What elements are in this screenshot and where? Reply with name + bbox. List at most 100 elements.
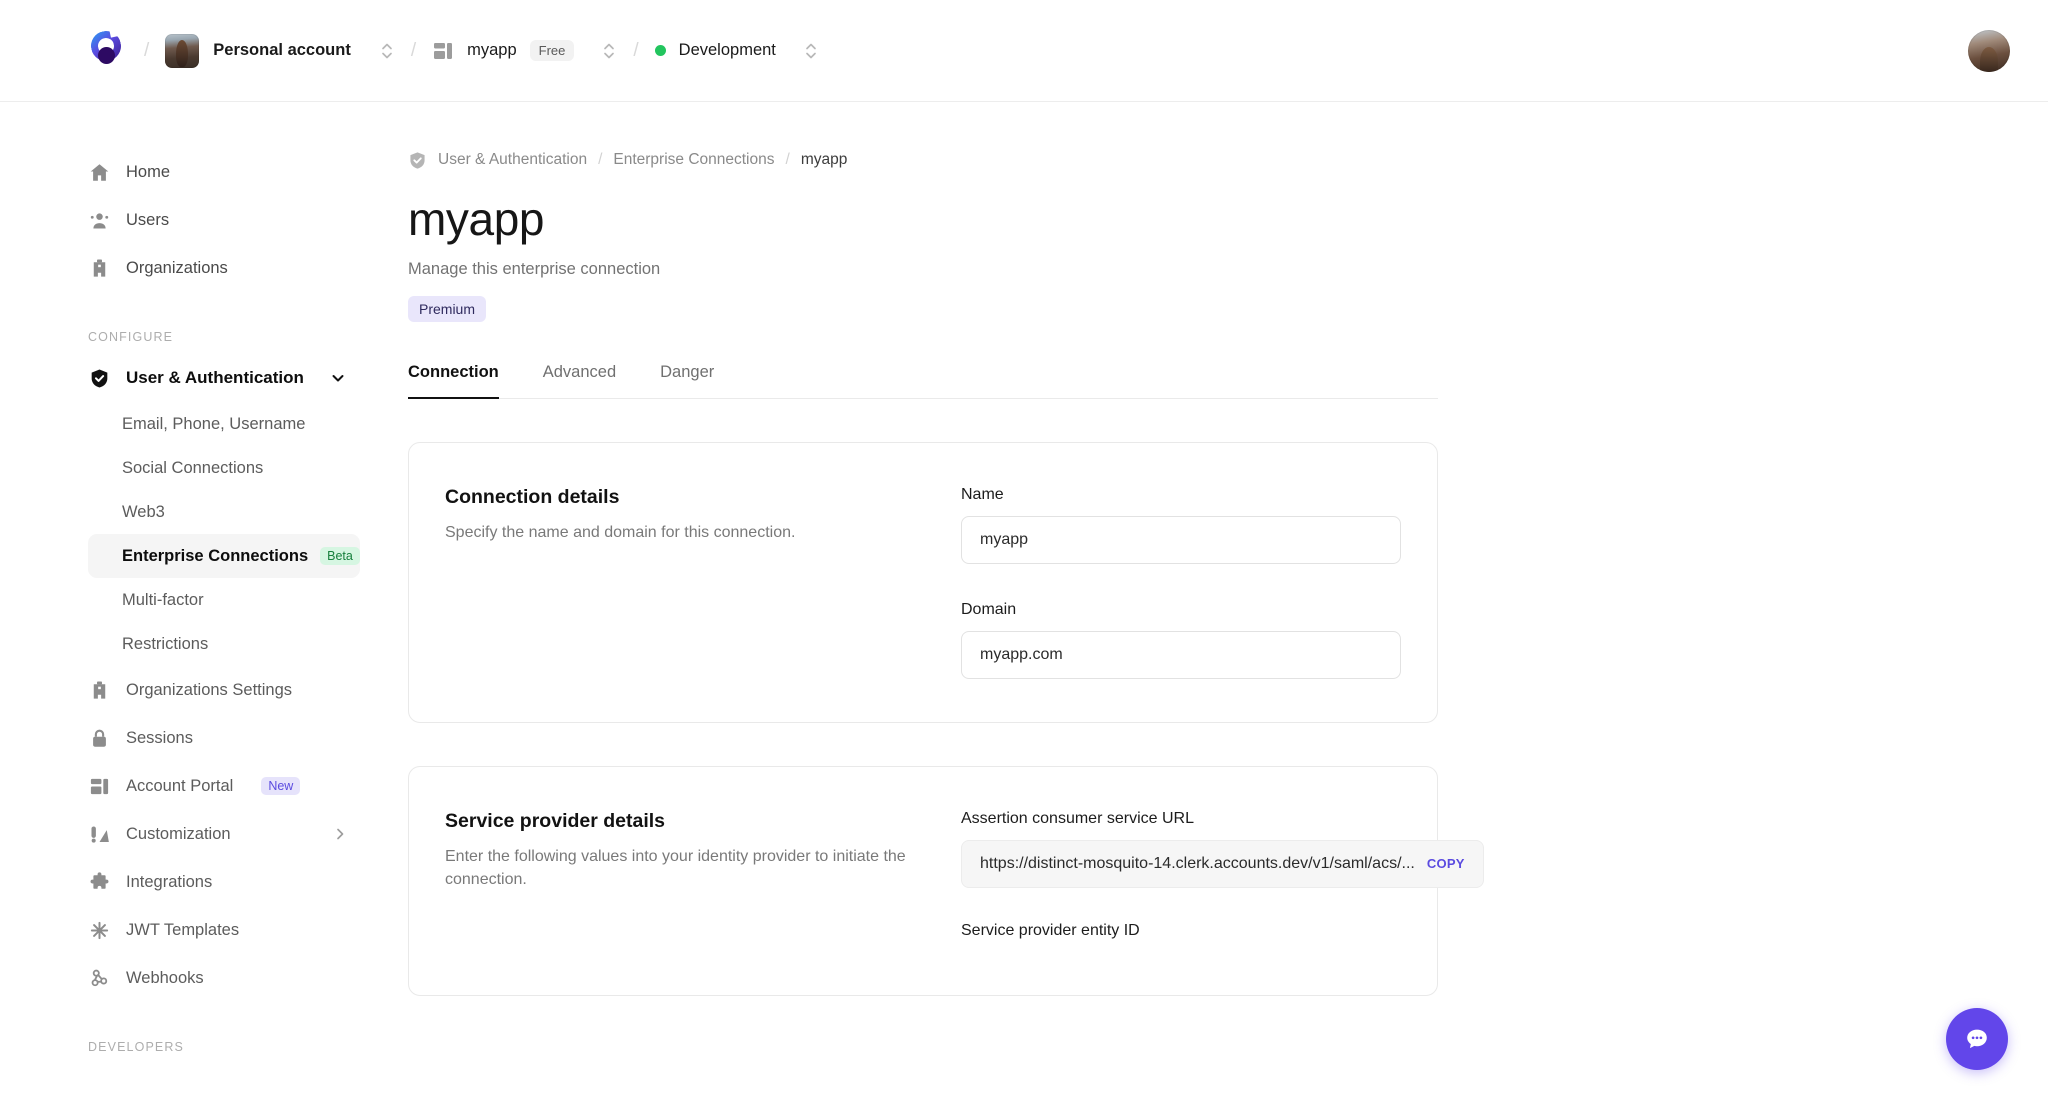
chevron-down-icon[interactable] [330, 370, 346, 386]
sidebar-item-label: Organizations [126, 258, 228, 277]
sidebar-item-jwt-templates[interactable]: JWT Templates [88, 906, 360, 954]
sidebar-item-multi-factor[interactable]: Multi-factor [88, 578, 360, 622]
breadcrumb: User & Authentication / Enterprise Conne… [408, 148, 1438, 172]
page-body: Home Users Organizations CONFIGURE User … [0, 102, 2048, 1118]
sidebar-item-integrations[interactable]: Integrations [88, 858, 360, 906]
application-switcher[interactable]: myapp Free [432, 38, 617, 64]
sidebar-item-label: Email, Phone, Username [122, 414, 306, 433]
new-badge: New [261, 776, 301, 796]
topbar-separator-1: / [144, 39, 150, 61]
sidebar-item-social-connections[interactable]: Social Connections [88, 446, 360, 490]
sidebar-item-user-and-authentication[interactable]: User & Authentication [88, 354, 360, 402]
environment-switcher[interactable]: Development [654, 38, 819, 64]
page-title: myapp [408, 193, 545, 245]
sidebar-item-organizations[interactable]: Organizations [88, 244, 360, 292]
sidebar-item-label: Multi-factor [122, 590, 204, 609]
asterisk-icon [88, 919, 110, 941]
domain-input[interactable]: myapp.com [961, 630, 1401, 679]
app-grid-icon [434, 42, 453, 59]
sidebar-item-account-portal[interactable]: Account Portal New [88, 762, 360, 810]
sidebar-item-organizations-settings[interactable]: Organizations Settings [88, 666, 360, 714]
sidebar-item-email-phone-username[interactable]: Email, Phone, Username [88, 402, 360, 446]
sidebar-item-label: Web3 [122, 502, 165, 521]
service-provider-info: Service provider details Enter the follo… [445, 810, 961, 952]
main-inner: User & Authentication / Enterprise Conne… [408, 148, 1484, 996]
sidebar-item-customization[interactable]: Customization [88, 810, 360, 858]
sidebar-item-label: Users [126, 210, 170, 229]
service-provider-title: Service provider details [445, 809, 666, 832]
breadcrumb-item-enterprise-connections[interactable]: Enterprise Connections [613, 151, 774, 169]
app-grid-icon [88, 775, 110, 797]
chevron-right-icon[interactable] [332, 826, 348, 842]
connection-details-title: Connection details [445, 485, 620, 508]
chat-bubble-icon [1967, 1029, 1987, 1049]
tab-connection[interactable]: Connection [408, 363, 499, 399]
sidebar-navigation: Home Users Organizations CONFIGURE User … [0, 102, 408, 1118]
shield-check-icon [88, 367, 110, 389]
connection-details-description: Specify the name and domain for this con… [445, 523, 796, 541]
users-icon [88, 209, 110, 231]
environment-chevron-updown-icon[interactable] [803, 38, 819, 64]
acs-url-input[interactable]: https://distinct-mosquito-14.clerk.accou… [961, 839, 1484, 888]
acs-url-label: Assertion consumer service URL [961, 809, 1194, 827]
sidebar-item-label: Enterprise Connections [122, 546, 309, 565]
environment-status-dot [654, 45, 666, 56]
sidebar-item-users[interactable]: Users [88, 196, 360, 244]
organizations-icon [88, 257, 110, 279]
connection-details-fields: Name myapp Domain myapp.com [961, 486, 1401, 679]
service-provider-description: Enter the following values into your ide… [445, 847, 906, 888]
copy-acs-url-button[interactable]: COPY [1427, 856, 1465, 871]
connection-details-info: Connection details Specify the name and … [445, 486, 961, 679]
page-subtitle: Manage this enterprise connection [408, 259, 661, 278]
shield-check-icon [410, 151, 425, 169]
sidebar-item-label: Customization [126, 824, 231, 843]
app-chevron-updown-icon[interactable] [601, 38, 617, 64]
tab-bar: Connection Advanced Danger [408, 363, 1438, 399]
breadcrumb-separator: / [598, 151, 603, 168]
name-field-label: Name [961, 485, 1004, 503]
chat-support-button[interactable] [1946, 1008, 2008, 1070]
acs-url-field-group: Assertion consumer service URL https://d… [961, 810, 1484, 888]
topbar-right-group [1968, 29, 2010, 72]
puzzle-icon [88, 871, 110, 893]
name-input-value: myapp [980, 530, 1029, 548]
account-chevron-updown-icon[interactable] [379, 38, 395, 64]
clerk-logo-icon[interactable] [88, 31, 128, 71]
sidebar-item-label: Integrations [126, 872, 213, 891]
tab-danger[interactable]: Danger [660, 363, 714, 399]
sidebar-item-label: Home [126, 162, 171, 181]
beta-badge: Beta [320, 546, 360, 566]
service-provider-details-card: Service provider details Enter the follo… [408, 765, 1484, 996]
domain-field-group: Domain myapp.com [961, 601, 1401, 679]
sidebar-item-webhooks[interactable]: Webhooks [88, 954, 360, 1002]
user-avatar[interactable] [1968, 29, 2010, 72]
name-field-group: Name myapp [961, 486, 1401, 564]
sidebar-group-configure: CONFIGURE [88, 330, 174, 344]
sidebar-item-web3[interactable]: Web3 [88, 490, 360, 534]
sidebar-item-label: Webhooks [126, 968, 204, 987]
sidebar-item-restrictions[interactable]: Restrictions [88, 622, 360, 666]
breadcrumb-item-myapp[interactable]: myapp [801, 151, 848, 169]
customization-icon [88, 823, 110, 845]
breadcrumb-item-user-authentication[interactable]: User & Authentication [438, 151, 587, 169]
sidebar-item-label: Social Connections [122, 458, 264, 477]
connection-details-card: Connection details Specify the name and … [408, 441, 1438, 723]
organizations-icon [88, 679, 110, 701]
service-provider-entity-id-label: Service provider entity ID [961, 921, 1140, 939]
sidebar-item-enterprise-connections[interactable]: Enterprise Connections Beta [88, 534, 360, 578]
sidebar-item-label: User & Authentication [126, 368, 304, 387]
sidebar-item-home[interactable]: Home [88, 148, 360, 196]
plan-badge: Free [529, 40, 575, 61]
account-name: Personal account [213, 41, 351, 59]
tab-advanced[interactable]: Advanced [543, 363, 616, 399]
environment-name: Development [678, 41, 776, 59]
name-input[interactable]: myapp [961, 515, 1401, 564]
sidebar-item-label: Organizations Settings [126, 680, 293, 699]
sidebar-item-label: Account Portal [126, 776, 234, 795]
top-navigation-bar: / Personal account / myapp Free / Develo… [0, 0, 2048, 102]
main-content: User & Authentication / Enterprise Conne… [408, 102, 2048, 1118]
topbar-separator-3: / [633, 39, 639, 61]
account-switcher[interactable]: Personal account [165, 33, 395, 68]
sidebar-group-developers: DEVELOPERS [88, 1040, 185, 1054]
sidebar-item-sessions[interactable]: Sessions [88, 714, 360, 762]
